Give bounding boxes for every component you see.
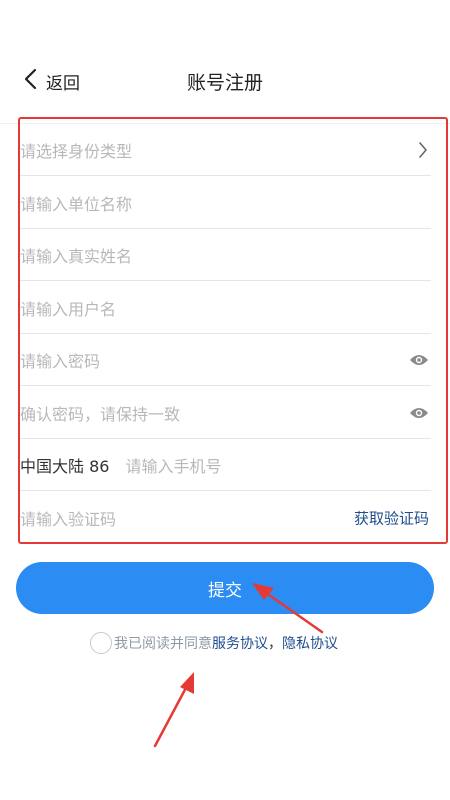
agreement-text: 我已阅读并同意 bbox=[114, 636, 212, 652]
agreement-radio[interactable] bbox=[90, 632, 112, 654]
agreement-row: 我已阅读并同意 服务协议 ， 隐私协议 bbox=[90, 632, 338, 654]
annotation-arrow-agreement bbox=[153, 672, 194, 748]
agreement-separator: ， bbox=[268, 636, 282, 652]
service-agreement-link[interactable]: 服务协议 bbox=[212, 633, 268, 653]
submit-button[interactable]: 提交 bbox=[16, 562, 434, 614]
submit-label: 提交 bbox=[208, 580, 242, 601]
page-title: 账号注册 bbox=[186, 72, 263, 94]
annotation-frame bbox=[18, 117, 448, 544]
header-bar: 返回 账号注册 bbox=[0, 58, 450, 106]
privacy-policy-link[interactable]: 隐私协议 bbox=[282, 633, 338, 653]
